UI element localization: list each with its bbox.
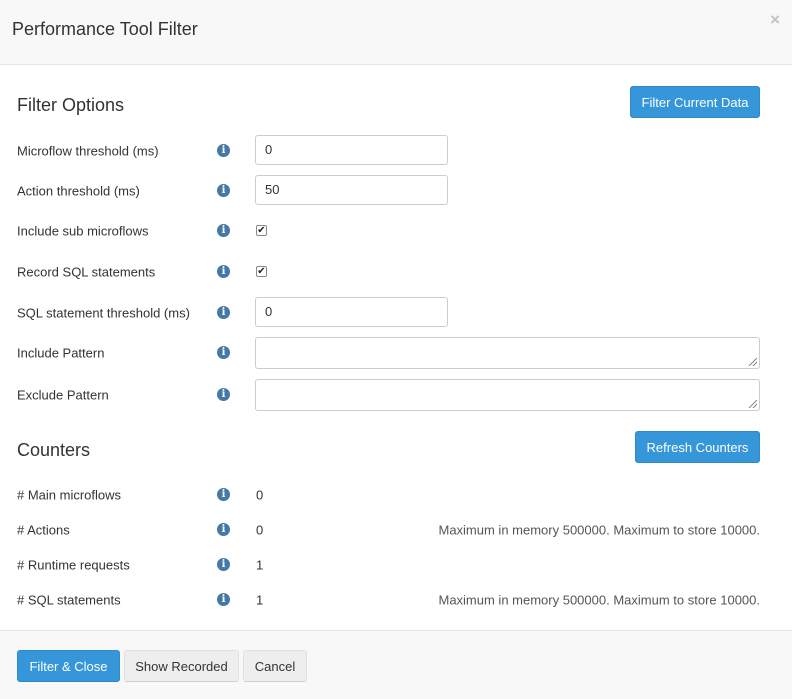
action-threshold-row: Action threshold (ms) i 50 — [0, 175, 792, 207]
info-icon[interactable]: i — [217, 224, 230, 237]
include-pattern-row: Include Pattern i — [0, 337, 792, 369]
info-icon[interactable]: i — [217, 306, 230, 319]
filter-current-data-button[interactable]: Filter Current Data — [630, 86, 760, 118]
info-icon[interactable]: i — [217, 523, 230, 536]
info-icon[interactable]: i — [217, 184, 230, 197]
microflow-threshold-label: Microflow threshold (ms) — [17, 143, 159, 159]
resize-grip-icon[interactable] — [749, 358, 757, 366]
modal-header: Performance Tool Filter × — [0, 0, 792, 65]
sql-threshold-input[interactable]: 0 — [255, 297, 448, 327]
main-microflows-value: 0 — [256, 487, 264, 503]
exclude-pattern-row: Exclude Pattern i — [0, 379, 792, 411]
counter-row: # Actions i 0 Maximum in memory 500000. … — [0, 514, 792, 546]
counter-row: # SQL statements i 1 Maximum in memory 5… — [0, 584, 792, 616]
exclude-pattern-textarea[interactable] — [255, 379, 760, 411]
info-icon[interactable]: i — [217, 488, 230, 501]
counter-row: # Runtime requests i 1 — [0, 549, 792, 581]
info-icon[interactable]: i — [217, 265, 230, 278]
info-icon[interactable]: i — [217, 593, 230, 606]
sql-statements-label: # SQL statements — [17, 592, 121, 608]
info-icon[interactable]: i — [217, 388, 230, 401]
filter-close-button[interactable]: Filter & Close — [17, 650, 120, 682]
sql-statements-value: 1 — [256, 592, 264, 608]
sql-statements-memory-note: Maximum in memory 500000. Maximum to sto… — [438, 592, 760, 608]
show-recorded-button[interactable]: Show Recorded — [124, 650, 239, 682]
microflow-threshold-input[interactable]: 0 — [255, 135, 448, 165]
counter-row: # Main microflows i 0 — [0, 479, 792, 511]
include-sub-microflows-checkbox[interactable]: ✔ — [256, 225, 267, 236]
include-pattern-label: Include Pattern — [17, 345, 105, 361]
main-microflows-label: # Main microflows — [17, 487, 122, 503]
runtime-requests-label: # Runtime requests — [17, 557, 130, 573]
close-button[interactable]: × — [770, 11, 780, 28]
modal-title: Performance Tool Filter — [12, 19, 198, 39]
include-sub-microflows-label: Include sub microflows — [17, 223, 149, 239]
record-sql-checkbox[interactable]: ✔ — [256, 266, 267, 277]
runtime-requests-value: 1 — [256, 557, 264, 573]
microflow-threshold-row: Microflow threshold (ms) i 0 — [0, 135, 792, 167]
info-icon[interactable]: i — [217, 346, 230, 359]
actions-label: # Actions — [17, 522, 70, 538]
refresh-counters-button[interactable]: Refresh Counters — [635, 431, 760, 463]
cancel-button[interactable]: Cancel — [243, 650, 307, 682]
record-sql-label: Record SQL statements — [17, 264, 156, 280]
resize-grip-icon[interactable] — [749, 400, 757, 408]
include-sub-microflows-row: Include sub microflows i ✔ — [0, 215, 792, 247]
record-sql-row: Record SQL statements i ✔ — [0, 256, 792, 288]
action-threshold-label: Action threshold (ms) — [17, 183, 140, 199]
action-threshold-input[interactable]: 50 — [255, 175, 448, 205]
info-icon[interactable]: i — [217, 144, 230, 157]
counters-title: Counters — [17, 440, 91, 460]
modal-footer: Filter & Close Show Recorded Cancel — [0, 630, 792, 699]
actions-value: 0 — [256, 522, 264, 538]
filter-options-title: Filter Options — [17, 95, 125, 115]
exclude-pattern-label: Exclude Pattern — [17, 387, 109, 403]
actions-memory-note: Maximum in memory 500000. Maximum to sto… — [438, 522, 760, 538]
include-pattern-textarea[interactable] — [255, 337, 760, 369]
info-icon[interactable]: i — [217, 558, 230, 571]
sql-threshold-row: SQL statement threshold (ms) i 0 — [0, 297, 792, 329]
sql-threshold-label: SQL statement threshold (ms) — [17, 305, 190, 321]
